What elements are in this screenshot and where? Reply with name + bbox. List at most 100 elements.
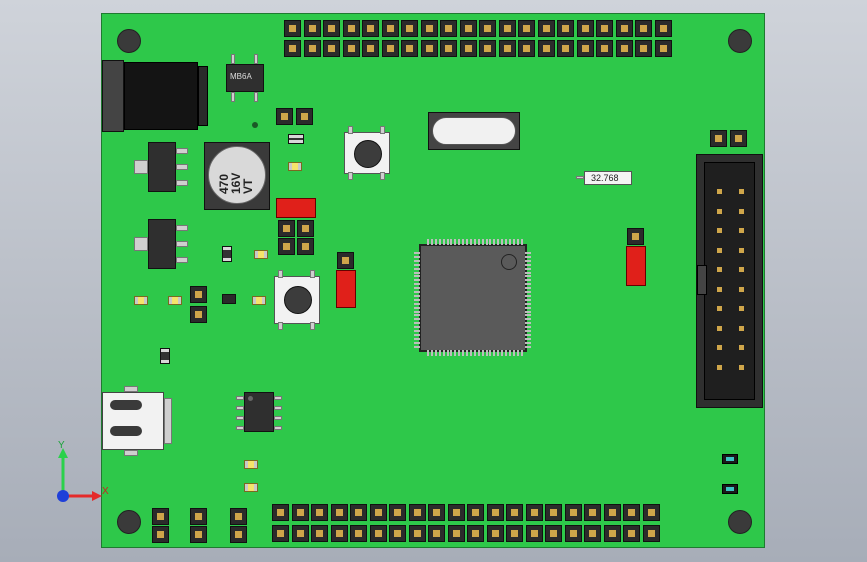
header-top-pin[interactable]	[576, 20, 594, 37]
header-top-pin[interactable]	[284, 40, 301, 57]
header-2pin-vertical[interactable]	[190, 286, 210, 326]
header-bottom-pin[interactable]	[525, 504, 543, 521]
header-top-pin[interactable]	[401, 40, 418, 57]
header-top-pin[interactable]	[342, 20, 360, 37]
header-top-pin[interactable]	[323, 20, 340, 37]
header-bottom-pin[interactable]	[486, 504, 504, 521]
header-top-pin[interactable]	[381, 40, 399, 57]
header-top-pin[interactable]	[615, 20, 633, 37]
header-bottom-pin[interactable]	[428, 525, 445, 542]
jumper-block-2[interactable]	[336, 252, 356, 310]
header-bottom-pin[interactable]	[447, 504, 465, 521]
dc-power-jack[interactable]	[102, 60, 210, 132]
header-top-pin[interactable]	[303, 40, 321, 57]
header-top-pin[interactable]	[498, 20, 516, 37]
header-bottom-pin[interactable]	[564, 504, 582, 521]
header-top-pin[interactable]	[518, 20, 535, 37]
header-bottom-pin[interactable]	[584, 504, 601, 521]
header-top-pin[interactable]	[479, 40, 496, 57]
header-bottom-pin[interactable]	[291, 504, 309, 521]
header-bottom-pin[interactable]	[506, 504, 523, 521]
pcb-board[interactable]: MB6A 470 16V VT 32.768	[101, 13, 765, 548]
header-top-pin[interactable]	[635, 40, 652, 57]
header-bottom-pin[interactable]	[369, 504, 387, 521]
header-bottom-pin[interactable]	[603, 504, 621, 521]
header-bottom-pin[interactable]	[545, 525, 562, 542]
header-bottom-pin[interactable]	[350, 525, 367, 542]
mcu-lead-top	[505, 239, 507, 245]
header-bottom-pin[interactable]	[642, 525, 660, 542]
header-bottom-pin[interactable]	[467, 504, 484, 521]
header-top-pin[interactable]	[284, 20, 301, 37]
header-bottom-pin[interactable]	[408, 504, 426, 521]
header-bottom-pin[interactable]	[311, 525, 328, 542]
header-2pin-right[interactable]	[710, 130, 750, 150]
boot-jumper[interactable]	[626, 228, 646, 286]
header-top-pin[interactable]	[362, 40, 379, 57]
header-2pin-bottom-1[interactable]	[152, 508, 172, 548]
header-bottom-pin[interactable]	[623, 525, 640, 542]
header-bottom[interactable]	[272, 504, 662, 544]
header-top-pin[interactable]	[557, 20, 574, 37]
header-top-pin[interactable]	[557, 40, 574, 57]
header-top-pin[interactable]	[459, 40, 477, 57]
jtag-box-header[interactable]	[696, 154, 763, 408]
header-top-pin[interactable]	[381, 20, 399, 37]
header-top-pin[interactable]	[440, 20, 457, 37]
header-bottom-pin[interactable]	[506, 525, 523, 542]
header-bottom-pin[interactable]	[389, 525, 406, 542]
header-bottom-pin[interactable]	[623, 504, 640, 521]
header-2pin-top[interactable]	[276, 108, 316, 128]
header-bottom-pin[interactable]	[369, 525, 387, 542]
header-top-pin[interactable]	[654, 40, 672, 57]
header-bottom-pin[interactable]	[330, 504, 348, 521]
user-button[interactable]	[274, 270, 320, 332]
header-2pin-bottom-3[interactable]	[230, 508, 250, 548]
header-top-pin[interactable]	[596, 20, 613, 37]
header-bottom-pin[interactable]	[525, 525, 543, 542]
header-top-pin[interactable]	[576, 40, 594, 57]
header-top-pin[interactable]	[303, 20, 321, 37]
header-top-pin[interactable]	[440, 40, 457, 57]
reset-button[interactable]	[344, 126, 390, 180]
header-2pin-bottom-2[interactable]	[190, 508, 210, 548]
header-bottom-pin[interactable]	[311, 504, 328, 521]
header-bottom-pin[interactable]	[447, 525, 465, 542]
header-top-pin[interactable]	[654, 20, 672, 37]
header-top-pin[interactable]	[537, 20, 555, 37]
header-top-pin[interactable]	[498, 40, 516, 57]
header-bottom-pin[interactable]	[408, 525, 426, 542]
header-bottom-pin[interactable]	[330, 525, 348, 542]
header-top-pin[interactable]	[479, 20, 496, 37]
header-bottom-pin[interactable]	[272, 504, 289, 521]
header-top-pin[interactable]	[342, 40, 360, 57]
header-bottom-pin[interactable]	[272, 525, 289, 542]
header-top-pin[interactable]	[420, 20, 438, 37]
header-top-pin[interactable]	[537, 40, 555, 57]
header-top-pin[interactable]	[518, 40, 535, 57]
crystal-32khz: 32.768	[576, 171, 632, 185]
header-bottom-pin[interactable]	[428, 504, 445, 521]
header-bottom-pin[interactable]	[467, 525, 484, 542]
header-top-pin[interactable]	[323, 40, 340, 57]
header-top-pin[interactable]	[362, 20, 379, 37]
header-top-pin[interactable]	[596, 40, 613, 57]
header-bottom-pin[interactable]	[350, 504, 367, 521]
header-top-pin[interactable]	[401, 20, 418, 37]
header-bottom-pin[interactable]	[486, 525, 504, 542]
header-top-pin[interactable]	[615, 40, 633, 57]
header-top[interactable]	[284, 20, 674, 60]
header-bottom-pin[interactable]	[603, 525, 621, 542]
mini-usb-connector[interactable]	[102, 386, 172, 460]
header-top-pin[interactable]	[635, 20, 652, 37]
header-bottom-pin[interactable]	[584, 525, 601, 542]
jumper-block-1[interactable]	[276, 198, 316, 258]
header-top-pin[interactable]	[420, 40, 438, 57]
header-bottom-pin[interactable]	[564, 525, 582, 542]
header-bottom-pin[interactable]	[389, 504, 406, 521]
mcu-lead-right	[525, 259, 531, 262]
header-top-pin[interactable]	[459, 20, 477, 37]
header-bottom-pin[interactable]	[291, 525, 309, 542]
header-bottom-pin[interactable]	[545, 504, 562, 521]
header-bottom-pin[interactable]	[642, 504, 660, 521]
